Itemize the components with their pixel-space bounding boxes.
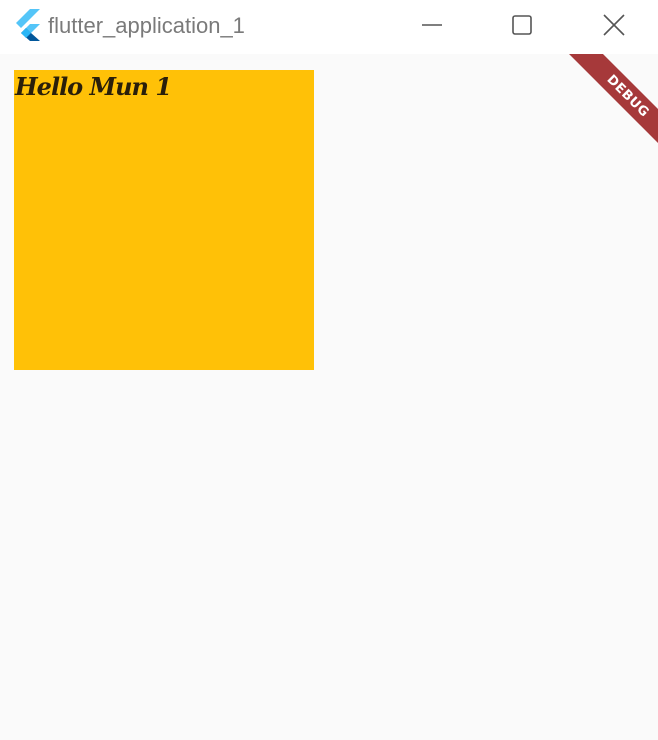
minimize-icon: [421, 14, 443, 40]
maximize-button[interactable]: [476, 0, 568, 54]
greeting-text: Hello Mun 1: [15, 72, 172, 101]
minimize-button[interactable]: [386, 0, 478, 54]
amber-container: Hello Mun 1: [14, 70, 314, 370]
maximize-icon: [511, 14, 533, 40]
close-button[interactable]: [568, 0, 658, 54]
flutter-logo-icon: [14, 9, 42, 41]
window-title: flutter_application_1: [48, 13, 245, 38]
title-bar[interactable]: flutter_application_1: [0, 0, 658, 54]
close-icon: [602, 13, 626, 41]
app-window: flutter_application_1 Hello Mun 1 DEBUG: [0, 0, 658, 740]
app-content: Hello Mun 1: [0, 54, 658, 740]
